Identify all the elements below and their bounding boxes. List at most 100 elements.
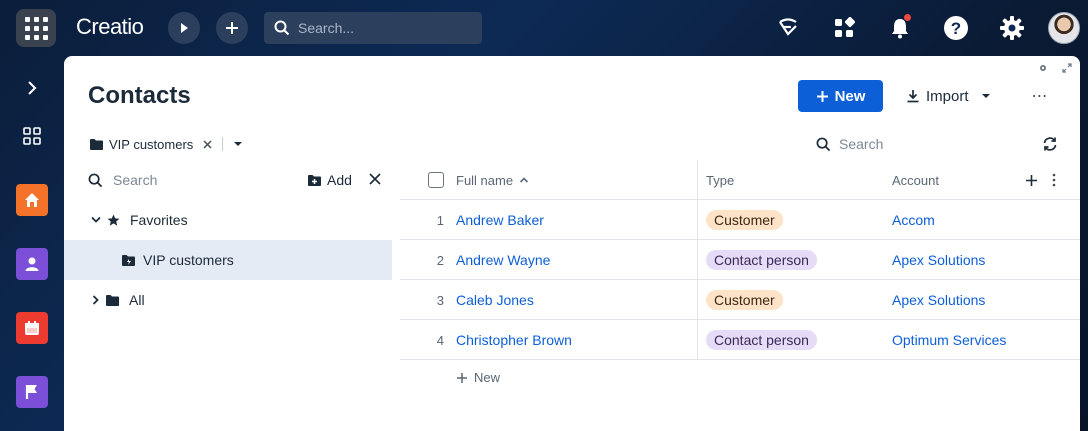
- add-folder-label: Add: [327, 172, 352, 188]
- row-number: 3: [436, 292, 444, 308]
- table-row[interactable]: 3 Caleb Jones Customer Apex Solutions: [400, 280, 1080, 320]
- row-number: 2: [436, 252, 444, 268]
- folder-icon: [90, 138, 103, 150]
- notification-badge: [904, 14, 911, 21]
- column-settings-icon[interactable]: [1052, 160, 1056, 200]
- new-button-label: New: [834, 87, 866, 105]
- grid-icon: [23, 127, 41, 145]
- contact-icon: [25, 257, 39, 271]
- user-avatar[interactable]: [1048, 12, 1080, 44]
- table-row[interactable]: 4 Christopher Brown Contact person Optim…: [400, 320, 1080, 360]
- type-cell: Contact person: [706, 320, 817, 360]
- refresh-icon[interactable]: [1042, 136, 1058, 152]
- type-badge: Contact person: [706, 250, 817, 270]
- table-row[interactable]: 1 Andrew Baker Customer Accom: [400, 200, 1080, 240]
- type-badge: Customer: [706, 210, 783, 230]
- contact-name-link[interactable]: Andrew Wayne: [456, 240, 550, 280]
- quick-add-button[interactable]: [216, 12, 248, 44]
- calendar-icon: [25, 321, 39, 335]
- type-cell: Customer: [706, 280, 783, 320]
- folder-search-placeholder: Search: [113, 172, 158, 188]
- type-badge: Customer: [706, 290, 783, 310]
- maximize-icon[interactable]: [1061, 62, 1073, 74]
- workplace-apps-icon[interactable]: [830, 14, 858, 42]
- select-all-checkbox[interactable]: [428, 172, 444, 188]
- add-folder-button[interactable]: Add: [308, 170, 352, 190]
- account-link[interactable]: Accom: [892, 200, 935, 240]
- column-header-full-name[interactable]: Full name: [456, 160, 529, 200]
- folder-filter-chip[interactable]: VIP customers: [90, 134, 243, 154]
- sidebar-item-calendar[interactable]: [16, 312, 48, 344]
- plus-icon: [226, 22, 238, 34]
- new-contact-button[interactable]: New: [798, 80, 883, 112]
- add-row-label: New: [474, 370, 501, 385]
- caret-down-icon: [981, 94, 990, 98]
- add-column-icon[interactable]: [1025, 160, 1038, 200]
- import-button[interactable]: Import: [906, 80, 991, 112]
- settings-gear-icon[interactable]: [998, 14, 1026, 42]
- top-bar: Creatio ?: [0, 0, 1088, 56]
- list-search[interactable]: Search: [816, 134, 883, 154]
- import-button-label: Import: [926, 87, 969, 105]
- type-badge: Contact person: [706, 330, 817, 350]
- folder-all[interactable]: All: [64, 280, 392, 320]
- chevron-right-icon[interactable]: [92, 295, 100, 305]
- main-panel: Contacts New Import ⋯ VIP customers Sear…: [64, 56, 1080, 431]
- account-link[interactable]: Apex Solutions: [892, 280, 985, 320]
- account-link[interactable]: Optimum Services: [892, 320, 1006, 360]
- contact-name-link[interactable]: Christopher Brown: [456, 320, 572, 360]
- column-header-label: Full name: [456, 172, 514, 188]
- search-icon: [274, 20, 290, 36]
- add-folder-icon: [308, 174, 321, 186]
- copilot-icon[interactable]: [774, 14, 802, 42]
- plus-icon: [816, 90, 828, 102]
- sidebar-item-home[interactable]: [16, 184, 48, 216]
- folder-label: Favorites: [130, 212, 188, 228]
- folder-favorites[interactable]: Favorites: [64, 200, 392, 240]
- folder-vip-customers[interactable]: VIP customers: [64, 240, 392, 280]
- remove-filter-icon[interactable]: [203, 140, 212, 149]
- contact-name-link[interactable]: Caleb Jones: [456, 280, 534, 320]
- add-new-row-button[interactable]: New: [456, 370, 500, 385]
- search-icon: [816, 137, 831, 151]
- sidebar-item-leads[interactable]: [16, 376, 48, 408]
- folder-search[interactable]: Search: [88, 170, 157, 190]
- flag-icon: [25, 385, 37, 399]
- chevron-down-icon[interactable]: [91, 216, 101, 224]
- creatio-logo: Creatio: [76, 14, 144, 39]
- close-folders-icon[interactable]: [369, 172, 383, 186]
- type-cell: Contact person: [706, 240, 817, 280]
- column-header-account[interactable]: Account: [892, 160, 939, 200]
- run-process-button[interactable]: [168, 12, 200, 44]
- plus-icon: [457, 372, 467, 383]
- chevron-down-icon[interactable]: [233, 140, 243, 148]
- panel-settings-icon[interactable]: [1037, 62, 1049, 74]
- row-number: 4: [436, 332, 444, 348]
- table-row[interactable]: 2 Andrew Wayne Contact person Apex Solut…: [400, 240, 1080, 280]
- column-header-type[interactable]: Type: [706, 160, 734, 200]
- global-search-input[interactable]: [298, 20, 468, 36]
- notifications-bell-icon[interactable]: [886, 14, 914, 42]
- dynamic-folder-icon: [122, 254, 135, 266]
- play-icon: [181, 23, 188, 33]
- folder-label: All: [129, 292, 145, 308]
- contact-name-link[interactable]: Andrew Baker: [456, 200, 544, 240]
- chip-divider: [222, 137, 224, 151]
- app-launcher-icon[interactable]: [16, 9, 56, 47]
- grid-header: Full name Type Account: [400, 160, 1080, 200]
- row-number: 1: [436, 212, 444, 228]
- star-icon: [107, 214, 120, 226]
- folder-icon: [106, 294, 119, 306]
- folder-chip-label: VIP customers: [109, 136, 194, 152]
- svg-text:?: ?: [951, 19, 961, 38]
- more-actions-button[interactable]: ⋯: [1028, 80, 1052, 112]
- help-icon[interactable]: ?: [942, 14, 970, 42]
- list-search-placeholder: Search: [839, 136, 884, 152]
- sidebar-item-contacts[interactable]: [16, 248, 48, 280]
- global-search[interactable]: [264, 12, 482, 44]
- account-link[interactable]: Apex Solutions: [892, 240, 985, 280]
- all-apps-button[interactable]: [16, 120, 48, 152]
- expand-sidebar-button[interactable]: [16, 72, 48, 104]
- search-icon: [88, 173, 103, 187]
- page-title: Contacts: [88, 82, 191, 109]
